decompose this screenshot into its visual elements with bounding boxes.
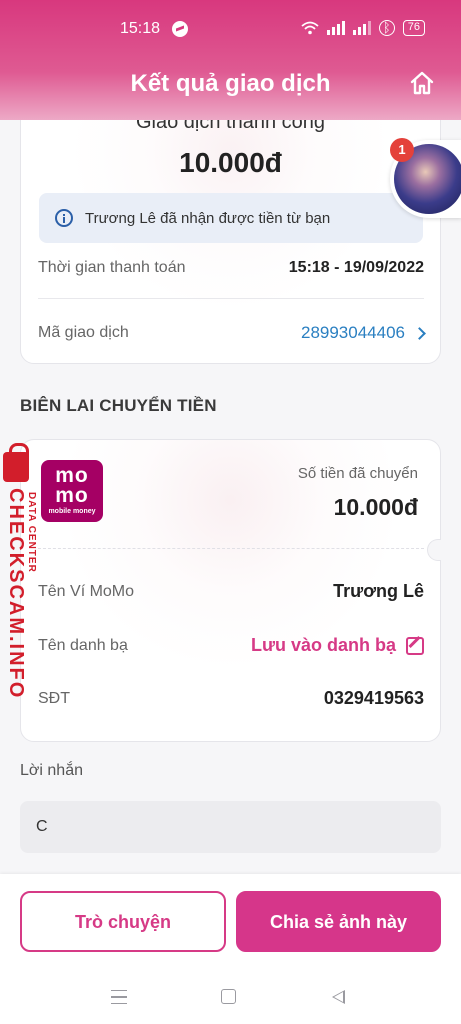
phone-value: 0329419563 bbox=[323, 688, 424, 708]
battery-icon: 76 bbox=[402, 20, 425, 36]
chevron-right-icon bbox=[413, 326, 426, 340]
save-contact-label: Lưu vào danh bạ bbox=[250, 635, 396, 655]
transaction-amount: 10.000đ bbox=[179, 147, 282, 178]
transaction-id-row[interactable]: Mã giao dịch 28993044406 bbox=[38, 323, 426, 343]
contact-name-label: Tên danh bạ bbox=[38, 636, 128, 654]
wallet-name-label: Tên Ví MoMo bbox=[38, 582, 135, 600]
home-icon[interactable] bbox=[409, 70, 435, 96]
payment-time-label: Thời gian thanh toán bbox=[38, 259, 186, 276]
momo-logo: mo mo mobile money bbox=[41, 460, 103, 522]
payment-time-row: Thời gian thanh toán 15:18 - 19/09/2022 bbox=[38, 259, 424, 277]
phone-row: SĐT 0329419563 bbox=[38, 688, 424, 709]
menu-icon[interactable] bbox=[111, 990, 127, 1004]
momo-logo-subtext: mobile money bbox=[48, 508, 96, 515]
watermark-text: CHECKSCAM.INFO bbox=[5, 488, 27, 700]
save-contact-button[interactable]: Lưu vào danh bạ bbox=[251, 635, 424, 656]
app-header: 15:18 ᛒ 76 Kết quả giao dịch bbox=[0, 0, 461, 120]
lock-icon bbox=[3, 443, 29, 482]
page-title: Kết quả giao dịch bbox=[130, 70, 331, 97]
transaction-id-value: 28993044406 bbox=[300, 323, 405, 342]
recipient-info-banner: Trương Lê đã nhận được tiền từ bạn bbox=[39, 193, 423, 243]
divider bbox=[38, 298, 424, 299]
system-nav-bar bbox=[0, 986, 461, 1010]
signal-2-icon bbox=[352, 21, 371, 35]
transaction-id-label: Mã giao dịch bbox=[38, 324, 129, 341]
status-time: 15:18 bbox=[120, 20, 161, 37]
edit-icon bbox=[406, 636, 424, 655]
watermark-subtext: DATA CENTER bbox=[26, 492, 37, 573]
info-icon bbox=[55, 209, 73, 227]
contact-name-row: Tên danh bạ Lưu vào danh bạ bbox=[38, 635, 424, 656]
bottom-action-bar: Trò chuyện Chia sẻ ảnh này bbox=[0, 874, 461, 1024]
nfc-icon: ᛒ bbox=[378, 20, 395, 36]
transaction-id-link[interactable]: 28993044406 bbox=[300, 323, 426, 343]
square-home-icon[interactable] bbox=[221, 989, 236, 1004]
message-label: Lời nhắn bbox=[20, 762, 83, 779]
receipt-section-title: BIÊN LAI CHUYỂN TIỀN bbox=[20, 396, 217, 415]
message-box: C bbox=[20, 801, 441, 853]
watermark: CHECKSCAM.INFO DATA CENTER bbox=[0, 443, 37, 699]
dashed-divider bbox=[38, 548, 424, 549]
sent-amount-value: 10.000đ bbox=[333, 494, 418, 520]
wallet-name-value: Trương Lê bbox=[333, 581, 424, 601]
share-image-button[interactable]: Chia sẻ ảnh này bbox=[236, 891, 441, 952]
phone-label: SĐT bbox=[38, 689, 70, 707]
sent-amount-label: Số tiền đã chuyển bbox=[297, 465, 418, 482]
messenger-icon bbox=[172, 21, 188, 37]
back-icon[interactable] bbox=[332, 990, 345, 1004]
receipt-notch bbox=[427, 539, 441, 561]
wallet-name-row: Tên Ví MoMo Trương Lê bbox=[38, 581, 424, 602]
signal-1-icon bbox=[326, 21, 345, 35]
status-icons: ᛒ 76 bbox=[301, 20, 425, 36]
recipient-info-text: Trương Lê đã nhận được tiền từ bạn bbox=[85, 209, 331, 227]
chat-button[interactable]: Trò chuyện bbox=[20, 891, 226, 952]
notification-badge: 1 bbox=[390, 138, 414, 162]
momo-logo-text: mo mo bbox=[55, 464, 89, 507]
payment-time-value: 15:18 - 19/09/2022 bbox=[288, 259, 424, 276]
wifi-icon bbox=[301, 21, 319, 35]
status-bar: 15:18 ᛒ 76 bbox=[0, 18, 461, 42]
transfer-receipt-card: mo mo mobile money Số tiền đã chuyển 10.0… bbox=[20, 439, 441, 742]
